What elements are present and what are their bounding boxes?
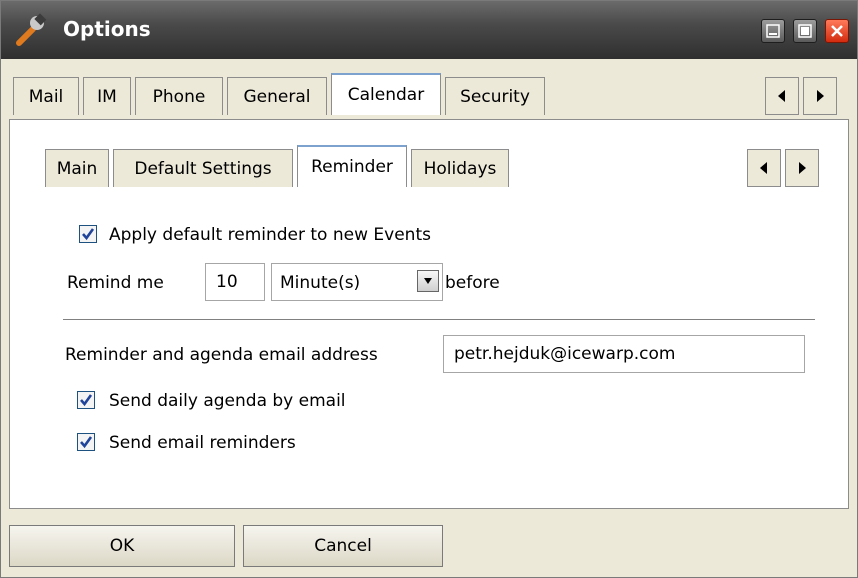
dropdown-button[interactable]	[417, 270, 439, 292]
section-divider	[63, 319, 815, 320]
cancel-button[interactable]: Cancel	[243, 525, 443, 567]
send-daily-agenda-checkbox[interactable]	[77, 391, 95, 409]
minimize-button[interactable]	[761, 19, 785, 43]
tab-label: Mail	[28, 86, 64, 107]
tab-default-settings[interactable]: Default Settings	[113, 149, 293, 187]
maximize-icon	[798, 24, 812, 38]
send-email-reminders-label: Send email reminders	[109, 433, 296, 453]
email-address-label: Reminder and agenda email address	[65, 345, 378, 365]
tab-security[interactable]: Security	[445, 77, 545, 115]
tab-general[interactable]: General	[227, 77, 327, 115]
remind-me-label: Remind me	[67, 273, 164, 293]
title-bar[interactable]: Options	[1, 1, 857, 59]
tab-label: General	[243, 86, 311, 107]
tab-label: Default Settings	[134, 158, 272, 179]
cancel-button-label: Cancel	[314, 536, 372, 556]
inner-tabs-scroll-right-button[interactable]	[785, 149, 819, 187]
triangle-right-icon	[799, 162, 806, 174]
ok-button-label: OK	[109, 536, 135, 556]
tab-label: Phone	[152, 86, 206, 107]
checkmark-icon	[82, 228, 95, 241]
tab-label: Calendar	[347, 85, 425, 105]
reminder-unit-select[interactable]: Minute(s)	[271, 263, 443, 301]
close-icon	[831, 25, 843, 37]
checkmark-icon	[80, 436, 93, 449]
apply-default-reminder-checkbox[interactable]	[79, 225, 97, 243]
triangle-left-icon	[760, 162, 767, 174]
minimize-icon	[766, 24, 780, 38]
before-label: before	[445, 273, 500, 293]
chevron-down-icon	[424, 278, 432, 284]
tab-label: Holidays	[423, 158, 497, 179]
email-address-value: petr.hejduk@icewarp.com	[454, 344, 676, 364]
tab-label: Security	[460, 86, 530, 107]
triangle-left-icon	[778, 90, 785, 102]
tab-label: Reminder	[311, 157, 393, 177]
apply-default-reminder-label: Apply default reminder to new Events	[109, 225, 431, 245]
tab-mail[interactable]: Mail	[13, 77, 79, 115]
inner-tabs-scroll-left-button[interactable]	[747, 149, 781, 187]
send-email-reminders-checkbox[interactable]	[77, 433, 95, 451]
window-title: Options	[63, 17, 151, 41]
checkmark-icon	[80, 394, 93, 407]
remind-value: 10	[216, 272, 238, 292]
tab-phone[interactable]: Phone	[135, 77, 223, 115]
maximize-button[interactable]	[793, 19, 817, 43]
ok-button[interactable]: OK	[9, 525, 235, 567]
tab-im[interactable]: IM	[83, 77, 131, 115]
close-button[interactable]	[825, 19, 849, 43]
remind-value-input[interactable]: 10	[205, 263, 265, 301]
tab-label: IM	[97, 86, 117, 107]
tab-reminder[interactable]: Reminder	[297, 145, 407, 187]
email-address-input[interactable]: petr.hejduk@icewarp.com	[443, 335, 805, 373]
outer-tabs-scroll-left-button[interactable]	[765, 77, 799, 115]
send-daily-agenda-label: Send daily agenda by email	[109, 391, 346, 411]
outer-tabs-scroll-right-button[interactable]	[803, 77, 837, 115]
wrench-icon	[13, 13, 47, 47]
reminder-unit-value: Minute(s)	[280, 273, 361, 293]
triangle-right-icon	[817, 90, 824, 102]
options-dialog: Options Mail IM Phone General Calendar S…	[0, 0, 858, 578]
tab-holidays[interactable]: Holidays	[411, 149, 509, 187]
tab-calendar[interactable]: Calendar	[331, 73, 441, 115]
tab-main[interactable]: Main	[45, 149, 109, 187]
tab-label: Main	[56, 158, 98, 179]
